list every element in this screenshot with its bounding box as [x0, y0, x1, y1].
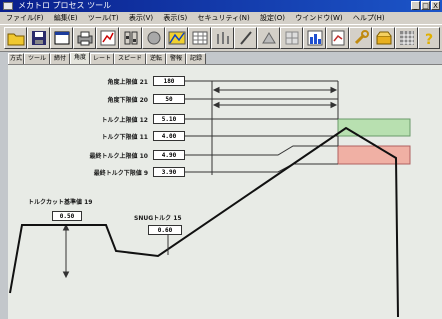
save-disk-icon	[31, 31, 46, 45]
document-chart-button[interactable]	[326, 27, 349, 49]
menu-edit[interactable]: 編集(E)	[54, 14, 78, 22]
pen-button[interactable]	[234, 27, 257, 49]
tab-angle[interactable]: 角度	[70, 52, 90, 64]
print-button[interactable]	[73, 27, 96, 49]
bars-button[interactable]	[211, 27, 234, 49]
chart-button[interactable]	[96, 27, 119, 49]
tab-tool[interactable]: ツール	[24, 53, 50, 64]
angle-limit-lines	[211, 81, 339, 175]
grid-icon	[285, 31, 298, 45]
angle-lower-field[interactable]: 50	[153, 94, 185, 104]
bar-chart-icon	[307, 30, 322, 46]
window-controls: _ □ X	[411, 1, 440, 10]
snug-field[interactable]: 0.60	[148, 225, 182, 235]
bars-icon	[216, 32, 229, 44]
menu-window[interactable]: ウインドウ(W)	[295, 14, 342, 22]
open-folder-icon	[7, 33, 24, 46]
pen-icon	[239, 31, 252, 45]
tab-reverse[interactable]: 逆転	[146, 53, 166, 64]
field-leader-lines	[185, 80, 338, 173]
tab-method[interactable]: 方式	[8, 53, 24, 64]
triangle-button[interactable]	[257, 27, 280, 49]
graph-button[interactable]	[165, 27, 188, 49]
final-torque-zone	[337, 145, 411, 165]
tab-rate[interactable]: レート	[90, 53, 114, 64]
cutoff-field[interactable]: 0.50	[52, 211, 82, 221]
svg-text:?: ?	[425, 32, 433, 46]
wrench-button[interactable]	[349, 27, 372, 49]
menu-view[interactable]: 表示(V)	[129, 14, 153, 22]
bar-chart-button[interactable]	[303, 27, 326, 49]
tab-tightening[interactable]: 締付	[50, 53, 70, 64]
menu-file[interactable]: ファイル(F)	[6, 14, 44, 22]
pattern-icon	[399, 31, 414, 45]
window-button[interactable]	[50, 27, 73, 49]
final-torque-lower-label: 最終トルク下限値 9	[93, 170, 148, 177]
title-bar: メカトロ プロセス ツール _ □ X	[0, 0, 442, 12]
menu-display[interactable]: 表示(S)	[163, 14, 187, 22]
final-torque-upper-label: 最終トルク上限値 10	[89, 153, 148, 160]
settings-button[interactable]	[119, 27, 142, 49]
menu-help[interactable]: ヘルプ(H)	[353, 14, 385, 22]
cutoff-label: トルクカット基準値 19	[28, 199, 93, 206]
save-button[interactable]	[27, 27, 50, 49]
angle-upper-field[interactable]: 180	[153, 76, 185, 86]
print-icon	[77, 31, 92, 46]
chart-icon	[100, 30, 115, 46]
torque-upper-field[interactable]: 5.10	[153, 114, 185, 124]
app-icon	[3, 2, 13, 10]
menu-settings[interactable]: 設定(O)	[260, 14, 285, 22]
table-button[interactable]	[188, 27, 211, 49]
snug-label: SNUGトルク 15	[134, 215, 182, 222]
torque-upper-label: トルク上限値 12	[101, 117, 148, 124]
torque-upper-zone	[337, 118, 411, 137]
help-icon: ?	[425, 32, 433, 46]
torque-lower-label: トルク下限値 11	[101, 134, 148, 141]
final-torque-upper-field[interactable]: 4.90	[153, 150, 185, 160]
menu-security[interactable]: セキュリティ(N)	[197, 14, 249, 22]
angle-upper-label: 角度上限値 21	[107, 79, 148, 86]
window-icon	[54, 31, 69, 45]
menu-tools[interactable]: ツール(T)	[88, 14, 119, 22]
minimize-button[interactable]: _	[411, 1, 420, 10]
wrench-icon	[354, 30, 369, 45]
table-icon	[192, 31, 207, 45]
document-chart-icon	[331, 30, 344, 46]
tab-record[interactable]: 記録	[186, 53, 206, 64]
open-box-icon	[376, 31, 391, 45]
record-button[interactable]	[142, 27, 165, 49]
open-box-button[interactable]	[372, 27, 395, 49]
angle-settings-panel: 角度上限値 21 180 角度下限値 20 50 トルク上限値 12 5.10 …	[8, 64, 442, 319]
close-button[interactable]: X	[431, 1, 440, 10]
maximize-button[interactable]: □	[421, 1, 430, 10]
graph-icon	[168, 31, 185, 45]
tab-speed[interactable]: スピード	[114, 53, 146, 64]
angle-lower-label: 角度下限値 20	[107, 97, 148, 104]
final-torque-lower-field[interactable]: 3.90	[153, 167, 185, 177]
settings-icon	[124, 31, 137, 45]
triangle-icon	[261, 32, 276, 44]
pattern-button[interactable]	[395, 27, 418, 49]
window-title: メカトロ プロセス ツール	[18, 1, 112, 10]
open-folder-button[interactable]	[4, 27, 27, 49]
menu-bar: ファイル(F) 編集(E) ツール(T) 表示(V) 表示(S) セキュリティ(…	[0, 12, 442, 24]
torque-lower-field[interactable]: 4.00	[153, 131, 185, 141]
grid-button[interactable]	[280, 27, 303, 49]
help-button[interactable]: ?	[418, 27, 440, 49]
torque-angle-diagram	[9, 80, 411, 318]
tab-alarm[interactable]: 警報	[166, 53, 186, 64]
record-icon	[147, 31, 160, 45]
toolbar: ?	[0, 24, 442, 52]
